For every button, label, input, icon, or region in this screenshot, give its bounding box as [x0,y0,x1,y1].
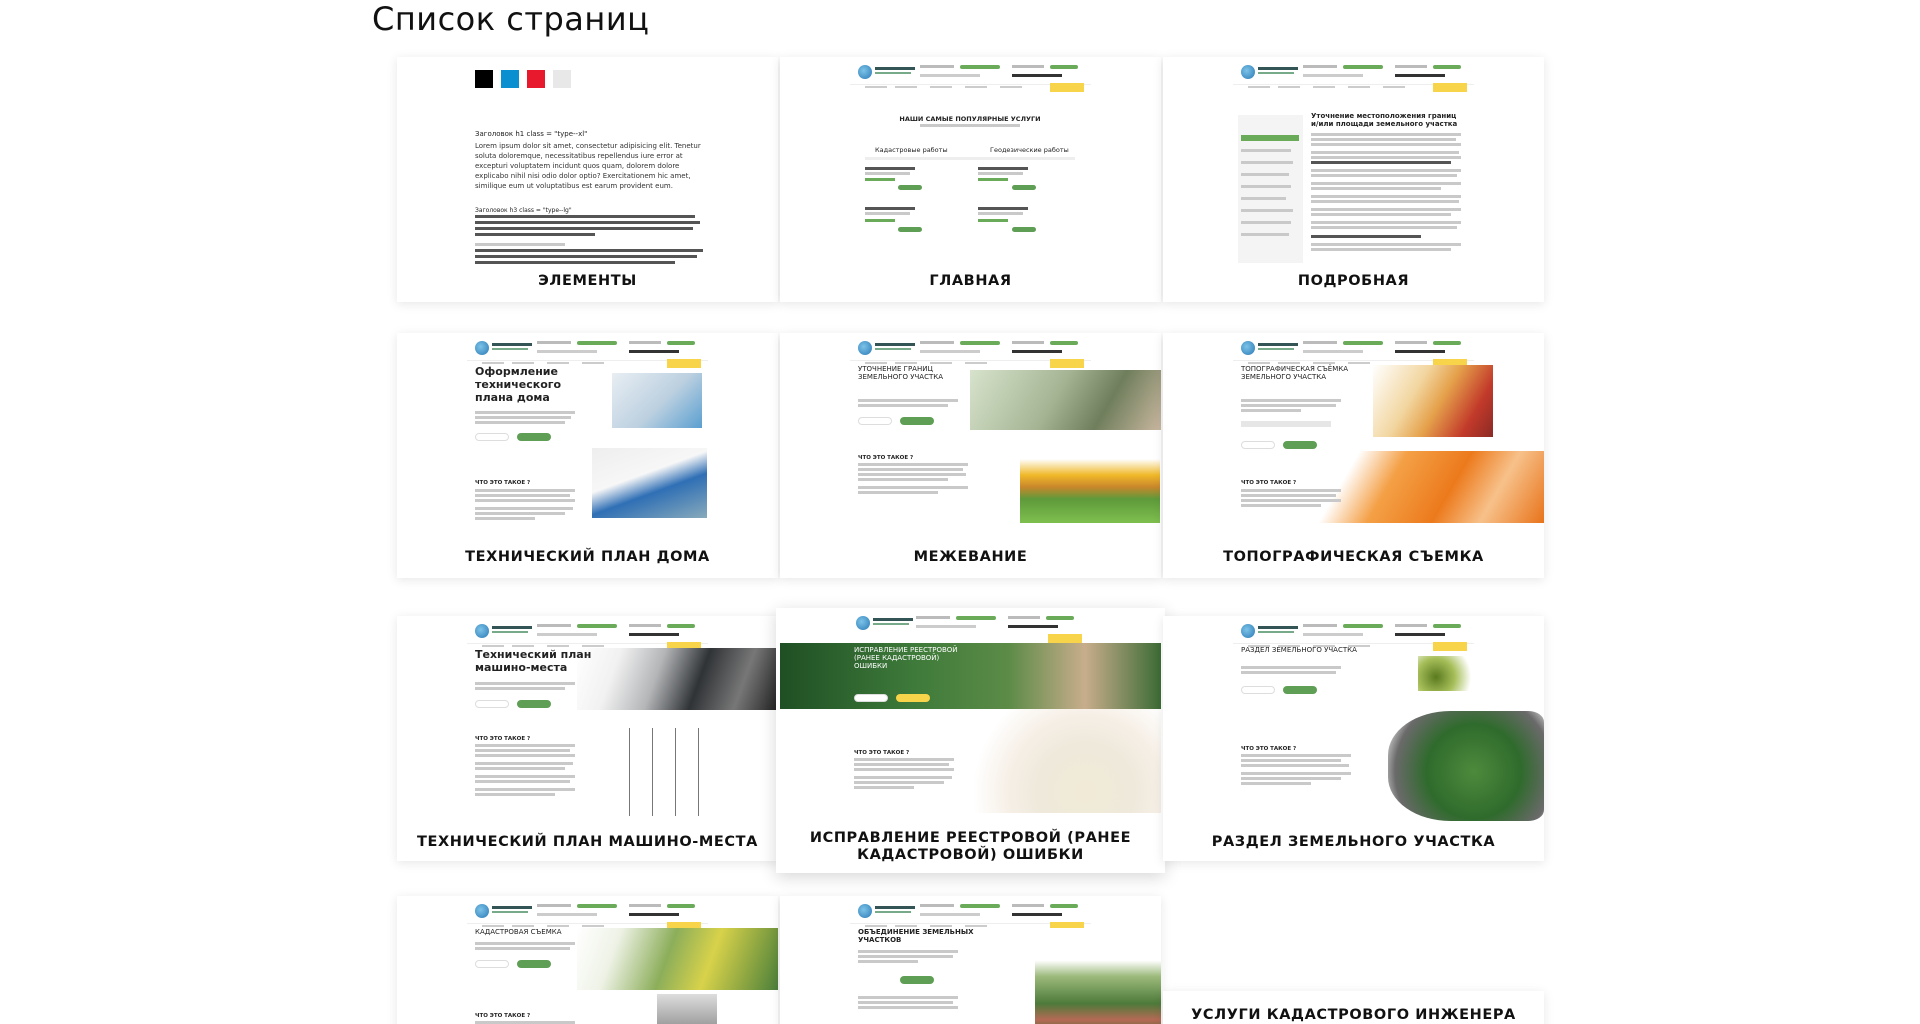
card-title: ТЕХНИЧЕСКИЙ ПЛАН МАШИНО-МЕСТА [417,834,758,850]
page-thumbnail: ОБЪЕДИНЕНИЕ ЗЕМЕЛЬНЫХ УЧАСТКОВ [780,896,1161,1024]
page-card-main[interactable]: НАШИ САМЫЕ ПОПУЛЯРНЫЕ УСЛУГИ Кадастровые… [780,57,1161,302]
page-card-elements[interactable]: Заголовок h1 class = "type--xl" Lorem ip… [397,57,778,302]
page-thumbnail: ИСПРАВЛЕНИЕ РЕЕСТРОВОЙ (РАНЕЕ КАДАСТРОВО… [776,608,1165,813]
plant-pots-image [1418,656,1478,691]
page-card-land-survey[interactable]: УТОЧНЕНИЕ ГРАНИЦ ЗЕМЕЛЬНОГО УЧАСТКА ЧТО … [780,333,1161,578]
men-pointing-image [970,370,1161,430]
thumb-heading: ТОПОГРАФИЧЕСКАЯ СЪЁМКА ЗЕМЕЛЬНОГО УЧАСТК… [1241,365,1348,381]
orange-equipment-image [1263,451,1544,523]
aerial-plots-image [1035,928,1161,1024]
hand-image [972,709,1161,813]
card-title: РАЗДЕЛ ЗЕМЕЛЬНОГО УЧАСТКА [1211,834,1496,850]
thumb-heading: Оформление технического плана дома [475,365,562,404]
color-swatch [527,70,545,88]
page-card-topographic-survey[interactable]: ТОПОГРАФИЧЕСКАЯ СЪЁМКА ЗЕМЕЛЬНОГО УЧАСТК… [1163,333,1544,578]
thumb-heading: КАДАСТРОВАЯ СЪЕМКА [475,928,562,936]
thumb-subheading: ЧТО ЭТО ТАКОЕ ? [475,480,531,486]
equipment-image [657,994,717,1024]
page-thumbnail: КАДАСТРОВАЯ СЪЕМКА ЧТО ЭТО ТАКОЕ ? [397,896,778,1024]
card-title: ГЛАВНАЯ [929,273,1012,289]
page-thumbnail: ТОПОГРАФИЧЕСКАЯ СЪЁМКА ЗЕМЕЛЬНОГО УЧАСТК… [1163,333,1544,541]
thumb-col1: Кадастровые работы [875,146,948,154]
page-card-land-split[interactable]: РАЗДЕЛ ЗЕМЕЛЬНОГО УЧАСТКА ЧТО ЭТО ТАКОЕ … [1163,616,1544,861]
page-thumbnail: Уточнение местоположения границ и/или пл… [1163,57,1544,265]
thumb-heading: РАЗДЕЛ ЗЕМЕЛЬНОГО УЧАСТКА [1241,646,1357,654]
mini-header [780,57,1161,101]
thumb-col2: Геодезические работы [990,146,1069,154]
thumb-subheading: ЧТО ЭТО ТАКОЕ ? [1241,480,1297,486]
house-plan-image [612,373,702,428]
thumb-heading: Технический план машино-места [475,648,592,674]
laptop-image [592,448,707,518]
color-swatch [501,70,519,88]
color-swatch [553,70,571,88]
page-thumbnail: УТОЧНЕНИЕ ГРАНИЦ ЗЕМЕЛЬНОГО УЧАСТКА ЧТО … [780,333,1161,541]
page-thumbnail: РАЗДЕЛ ЗЕМЕЛЬНОГО УЧАСТКА ЧТО ЭТО ТАКОЕ … [1163,616,1544,821]
page-card-parking-plan[interactable]: Технический план машино-места ЧТО ЭТО ТА… [397,616,778,861]
card-title: УСЛУГИ КАДАСТРОВОГО ИНЖЕНЕРА [1191,1007,1516,1023]
land-split-image [1388,711,1544,821]
thumb-heading: Заголовок h1 class = "type--xl" [475,130,588,138]
surveyor-image [1373,365,1493,437]
thumb-heading: ОБЪЕДИНЕНИЕ ЗЕМЕЛЬНЫХ УЧАСТКОВ [858,928,974,944]
page-card-cadastral-engineer-services[interactable]: УСЛУГИ КАДАСТРОВОГО ИНЖЕНЕРА [1163,991,1544,1024]
page-card-house-plan[interactable]: Оформление технического плана дома ЧТО Э… [397,333,778,578]
car-image [577,648,778,710]
card-title: ПОДРОБНАЯ [1297,273,1410,289]
parking-drawing-image [607,728,707,816]
thumb-heading: УТОЧНЕНИЕ ГРАНИЦ ЗЕМЕЛЬНОГО УЧАСТКА [858,365,943,381]
page-thumbnail: НАШИ САМЫЕ ПОПУЛЯРНЫЕ УСЛУГИ Кадастровые… [780,57,1161,265]
mini-header [1163,57,1544,101]
page-thumbnail: Технический план машино-места ЧТО ЭТО ТА… [397,616,778,821]
card-title: МЕЖЕВАНИЕ [913,549,1028,565]
page-thumbnail: Оформление технического плана дома ЧТО Э… [397,333,778,541]
thumb-heading: Уточнение местоположения границ и/или пл… [1311,112,1458,128]
page-title: Список страниц [372,0,650,38]
thumb-heading: ИСПРАВЛЕНИЕ РЕЕСТРОВОЙ (РАНЕЕ КАДАСТРОВО… [854,646,958,670]
color-swatch [475,70,493,88]
page-card-land-merge[interactable]: ОБЪЕДИНЕНИЕ ЗЕМЕЛЬНЫХ УЧАСТКОВ [780,896,1161,1024]
card-title: ИСПРАВЛЕНИЕ РЕЕСТРОВОЙ (РАНЕЕ КАДАСТРОВО… [809,830,1132,863]
card-title: ТЕХНИЧЕСКИЙ ПЛАН ДОМА [465,549,710,565]
house-image [1020,443,1160,523]
page-card-registry-error[interactable]: ИСПРАВЛЕНИЕ РЕЕСТРОВОЙ (РАНЕЕ КАДАСТРОВО… [776,608,1165,873]
page-card-cadastral-survey[interactable]: КАДАСТРОВАЯ СЪЕМКА ЧТО ЭТО ТАКОЕ ? [397,896,778,1024]
page-card-detail[interactable]: Уточнение местоположения границ и/или пл… [1163,57,1544,302]
surveyors-field-image [577,928,778,990]
page-thumbnail: Заголовок h1 class = "type--xl" Lorem ip… [397,57,778,265]
thumb-body-text: Lorem ipsum dolor sit amet, consectetur … [475,142,701,190]
card-title: ТОПОГРАФИЧЕСКАЯ СЪЕМКА [1223,549,1484,565]
card-title: ЭЛЕМЕНТЫ [538,273,637,289]
